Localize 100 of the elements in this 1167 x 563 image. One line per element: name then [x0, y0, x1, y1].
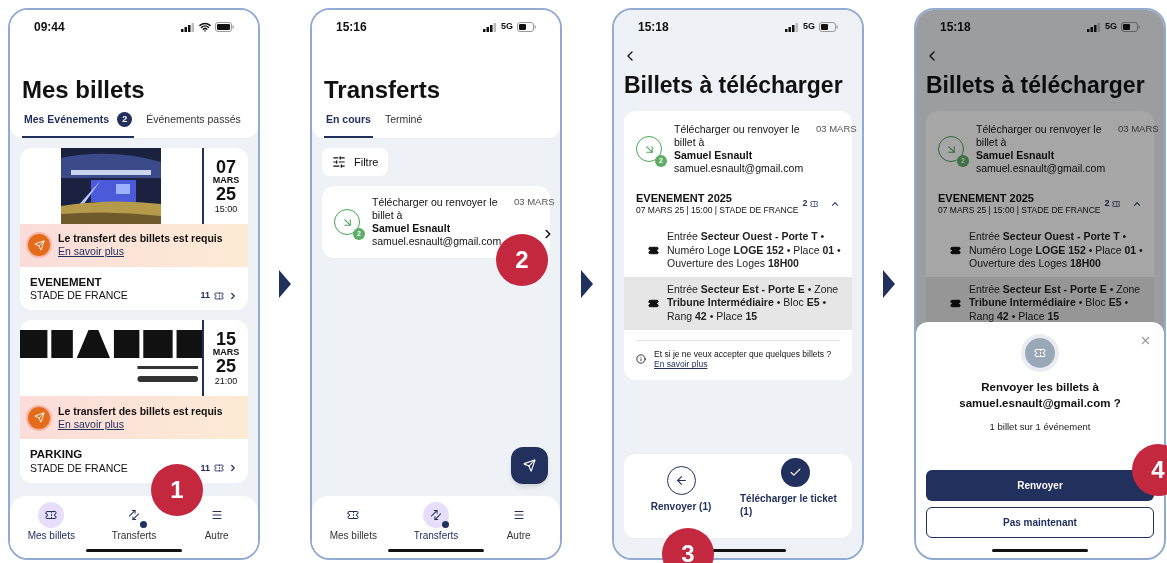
transfer-text: Télécharger ou renvoyer le billet à — [674, 123, 801, 150]
tab[interactable]: Mes Evénements 2 — [22, 112, 135, 138]
network-label: 5G — [803, 20, 815, 34]
event-month: MARS — [212, 348, 240, 358]
signal-icon — [483, 22, 497, 32]
filter-icon — [332, 154, 346, 169]
event-time: 21:00 — [214, 377, 238, 387]
send-button[interactable] — [511, 447, 548, 484]
event-details: 07 MARS 25 | 15:00 | STADE DE FRANCE — [636, 205, 799, 216]
nav-icon — [210, 509, 223, 521]
ticket-count: 11 — [200, 462, 210, 474]
recipient-name: Samuel Esnault — [372, 222, 451, 236]
chevron-right-icon — [228, 463, 238, 474]
info-icon — [636, 354, 646, 365]
tab[interactable]: En cours — [324, 112, 373, 138]
battery-icon — [517, 22, 536, 32]
ticket-row[interactable]: Entrée Secteur Ouest - Porte T • Numéro Loge LOGE 152 • Place 01 • Ouverture des Loges 18H00 — [624, 223, 852, 277]
next-arrow-icon — [279, 270, 291, 298]
page-title: Mes billets — [21, 75, 146, 105]
ticket-count: 11 — [200, 290, 210, 302]
tab[interactable]: Événements passés — [144, 112, 243, 138]
event-name: EVENEMENT — [30, 274, 103, 290]
count-badge: 2 — [117, 112, 133, 128]
event-card[interactable]: 07 MARS 25 15:00 Le transfert des billets est requis En savoir plus EVENEMENT STADE DE FRANCE 11 — [20, 147, 248, 311]
transfer-date: 03 MARS — [1118, 123, 1159, 136]
battery-icon — [819, 22, 838, 32]
event-day: 15 — [216, 330, 236, 349]
ticket-icon — [648, 244, 659, 256]
recipient-email: samuel.esnault@gmail.com — [674, 162, 804, 176]
ticket-details: Entrée Secteur Est - Porte E • Zone Tribune Intermédiaire • Bloc E5 • Rang 42 • Place 15 — [667, 282, 840, 324]
sheet-subtitle: 1 billet sur 1 événement — [989, 419, 1091, 434]
send-icon — [28, 234, 50, 257]
wifi-icon — [199, 21, 211, 33]
event-year: 25 — [216, 357, 236, 376]
status-time: 15:16 — [336, 19, 367, 36]
ticket-row[interactable]: Entrée Secteur Ouest - Porte T • Numéro Loge LOGE 152 • Place 01 • Ouverture des Loges 18H00 — [926, 223, 1154, 277]
action-button[interactable]: Renvoyer (1) — [626, 458, 736, 514]
ticket-icon — [950, 297, 961, 309]
ticket-icon — [648, 297, 659, 309]
close-icon[interactable] — [1139, 334, 1152, 347]
nav-item[interactable]: Transferts — [401, 502, 471, 543]
ticket-details: Entrée Secteur Est - Porte E • Zone Tribune Intermédiaire • Bloc E5 • Rang 42 • Place 15 — [969, 282, 1142, 324]
chevron-right-icon — [228, 290, 238, 301]
ticket-icon — [214, 463, 224, 474]
page-title: Transferts — [323, 75, 442, 105]
event-venue: STADE DE FRANCE — [30, 461, 128, 475]
signal-icon — [181, 22, 195, 32]
ticket-count: 2 — [802, 198, 808, 210]
recipient-email: samuel.esnault@gmail.com — [976, 162, 1106, 176]
battery-icon — [1121, 22, 1140, 32]
battery-icon — [215, 22, 234, 32]
event-venue: STADE DE FRANCE — [30, 289, 128, 303]
signal-icon — [785, 22, 799, 32]
signal-icon — [1087, 22, 1101, 32]
network-label: 5G — [1105, 20, 1117, 34]
event-name: EVENEMENT 2025 — [636, 191, 733, 206]
transfer-date: 03 MARS — [816, 123, 857, 136]
nav-icon — [45, 509, 58, 521]
status-time: 15:18 — [940, 19, 971, 36]
next-arrow-icon — [883, 270, 895, 298]
event-month: MARS — [212, 175, 240, 185]
page-title: Billets à télécharger — [623, 74, 844, 97]
event-details: 07 MARS 25 | 15:00 | STADE DE FRANCE — [938, 205, 1101, 216]
alert-text: Le transfert des billets est requis — [58, 404, 223, 418]
learn-more-link[interactable]: En savoir plus — [654, 359, 832, 370]
nav-item[interactable]: Mes billets — [318, 502, 389, 543]
sheet-title: Renvoyer les billets à samuel.esnault@gmail.com ? — [958, 380, 1122, 411]
ticket-icon — [1111, 198, 1120, 209]
status-time: 09:44 — [34, 19, 65, 36]
ticket-details: Entrée Secteur Ouest - Porte T • Numéro Loge LOGE 152 • Place 01 • Ouverture des Loges 18H00 — [667, 229, 842, 271]
alert-text: Le transfert des billets est requis — [58, 232, 223, 246]
nav-item[interactable]: Mes billets — [16, 502, 87, 543]
learn-more-link[interactable]: En savoir plus — [58, 417, 223, 431]
recipient-name: Samuel Esnault — [976, 149, 1055, 163]
event-year: 25 — [216, 184, 236, 203]
send-icon — [28, 406, 50, 429]
nav-item[interactable]: Autre — [483, 502, 554, 543]
page-title: Billets à télécharger — [925, 74, 1146, 97]
nav-icon — [512, 509, 525, 521]
nav-icon — [347, 509, 360, 521]
filter-button[interactable]: Filtre — [322, 147, 389, 176]
next-arrow-icon — [581, 270, 593, 298]
ticket-icon — [809, 198, 818, 209]
ticket-icon — [214, 290, 224, 301]
ticket-icon — [950, 244, 961, 256]
tab[interactable]: Terminé — [382, 112, 425, 138]
event-day: 07 — [216, 157, 236, 176]
learn-more-link[interactable]: En savoir plus — [58, 245, 223, 259]
event-name: PARKING — [30, 447, 84, 462]
ticket-icon — [1025, 338, 1055, 368]
ticket-count: 2 — [1104, 198, 1110, 210]
action-button[interactable]: Télécharger le ticket (1) — [740, 458, 850, 518]
ticket-details: Entrée Secteur Ouest - Porte T • Numéro Loge LOGE 152 • Place 01 • Ouverture des Loges 18H00 — [969, 229, 1144, 271]
send-icon — [523, 459, 536, 472]
event-time: 15:00 — [214, 204, 238, 214]
transfer-text: Télécharger ou renvoyer le billet à — [976, 123, 1103, 150]
ticket-row[interactable]: Entrée Secteur Est - Porte E • Zone Tribune Intermédiaire • Bloc E5 • Rang 42 • Place 15 — [624, 276, 852, 330]
cancel-button[interactable]: Pas maintenant — [926, 507, 1154, 538]
info-text: Et si je ne veux accepter que quelques billets ? — [654, 348, 832, 360]
event-name: EVENEMENT 2025 — [938, 191, 1035, 206]
